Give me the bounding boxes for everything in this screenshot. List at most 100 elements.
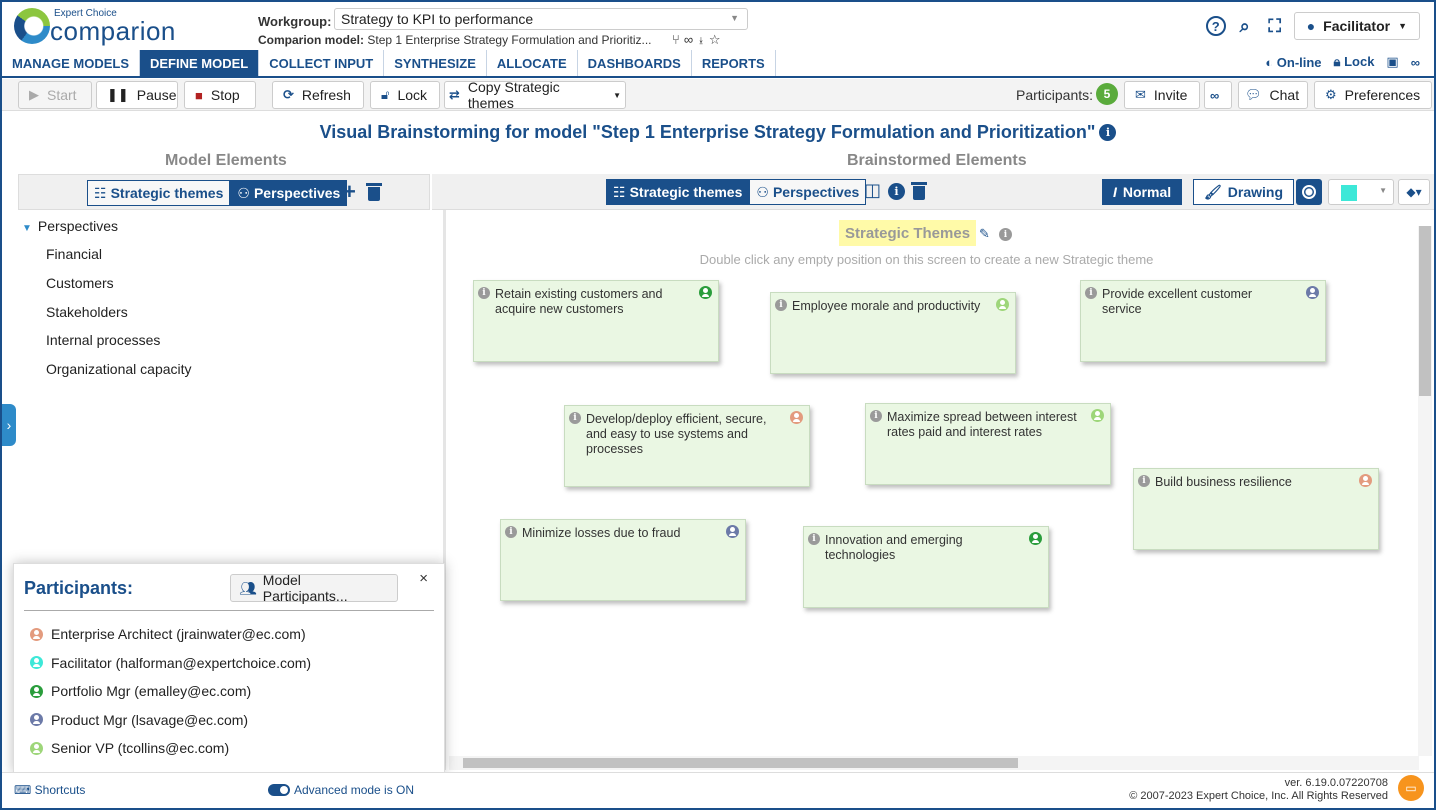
- link-icon[interactable]: ∞: [684, 32, 697, 47]
- info-icon[interactable]: i: [478, 287, 490, 299]
- note-text: Provide excellent customer service: [1102, 287, 1253, 316]
- lock-button[interactable]: 🔓︎ Lock: [370, 81, 440, 109]
- strategic-theme-note[interactable]: i Build business resilience: [1133, 468, 1379, 550]
- refresh-button[interactable]: ⟳ Refresh: [272, 81, 364, 109]
- tab-define-model[interactable]: DEFINE MODEL: [140, 50, 260, 76]
- save-icon[interactable]: ▣: [1386, 54, 1398, 70]
- info-icon[interactable]: i: [999, 228, 1012, 241]
- advanced-mode-toggle[interactable]: Advanced mode is ON: [268, 783, 414, 797]
- normal-mode-button[interactable]: I Normal: [1102, 179, 1183, 205]
- invite-button[interactable]: ✉ Invite: [1124, 81, 1200, 109]
- pause-button[interactable]: ❚❚ Pause: [96, 81, 178, 109]
- tree-root-node[interactable]: ▼ Perspectives: [22, 218, 118, 234]
- pause-label: Pause: [136, 87, 177, 103]
- footer: ⌨ Shortcuts Advanced mode is ON ver. 6.1…: [2, 772, 1434, 808]
- scroll-thumb[interactable]: [463, 758, 1018, 768]
- tab-strategic-themes[interactable]: ☷ Strategic themes: [606, 179, 750, 205]
- chat-widget-icon[interactable]: ▭: [1398, 775, 1424, 801]
- brainstorm-tabs: ☷ Strategic themes ⚇ Perspectives: [606, 179, 867, 205]
- eraser-dropdown[interactable]: ◆▾: [1398, 179, 1430, 205]
- info-icon[interactable]: i: [569, 412, 581, 424]
- brainstorm-canvas[interactable]: Strategic Themes ✎ i Double click any em…: [449, 212, 1434, 770]
- drawing-mode-button[interactable]: 🖌︎ Drawing: [1193, 179, 1295, 205]
- strategic-theme-note[interactable]: i Provide excellent customer service: [1080, 280, 1326, 362]
- stop-button[interactable]: ■ Stop: [184, 81, 256, 109]
- logo-text: comparion: [50, 16, 176, 46]
- star-icon[interactable]: ☆: [709, 32, 725, 47]
- user-icon: [30, 656, 43, 669]
- caret-down-icon[interactable]: ▼: [22, 223, 32, 234]
- preferences-button[interactable]: ⚙ Preferences: [1314, 81, 1432, 109]
- tree-item[interactable]: Internal processes: [46, 332, 160, 348]
- trash-icon[interactable]: [366, 183, 382, 201]
- online-toggle[interactable]: ◐ On-line: [1265, 55, 1321, 70]
- tab-allocate[interactable]: ALLOCATE: [487, 50, 578, 76]
- scroll-thumb[interactable]: [1419, 226, 1431, 396]
- close-icon[interactable]: ×: [419, 570, 428, 587]
- shortcuts-link[interactable]: ⌨ Shortcuts: [14, 783, 85, 797]
- tree-item[interactable]: Stakeholders: [46, 304, 128, 320]
- info-icon[interactable]: i: [888, 183, 905, 200]
- tab-collect-input[interactable]: COLLECT INPUT: [259, 50, 385, 76]
- tab-synthesize[interactable]: SYNTHESIZE: [384, 50, 487, 76]
- pause-icon: ❚❚: [107, 87, 129, 102]
- tree-item[interactable]: Financial: [46, 246, 102, 262]
- branch-icon[interactable]: ⑂: [672, 32, 684, 47]
- horizontal-scrollbar[interactable]: [449, 756, 1419, 770]
- caret-down-icon: ▼: [613, 90, 621, 100]
- strategic-theme-note[interactable]: i Employee morale and productivity: [770, 292, 1016, 374]
- help-icon[interactable]: ?: [1205, 16, 1226, 36]
- strategic-theme-note[interactable]: i Develop/deploy efficient, secure, and e…: [564, 405, 810, 487]
- tab-perspectives[interactable]: ⚇ Perspectives: [749, 179, 867, 205]
- swap-icon: ⇄: [449, 87, 460, 102]
- page-title: Visual Brainstorming for model "Step 1 E…: [0, 122, 1436, 143]
- link-button[interactable]: ∞: [1204, 81, 1232, 109]
- strategic-theme-note[interactable]: i Minimize losses due to fraud: [500, 519, 746, 601]
- participant-row[interactable]: Facilitator (halforman@expertchoice.com): [30, 655, 311, 671]
- tab-perspectives[interactable]: ⚇ Perspectives: [230, 180, 348, 206]
- workgroup-select[interactable]: Strategy to KPI to performance ▼: [334, 8, 748, 30]
- tab-dashboards[interactable]: DASHBOARDS: [578, 50, 692, 76]
- search-icon[interactable]: ⌕: [1234, 15, 1256, 37]
- visibility-button[interactable]: [1296, 179, 1322, 205]
- info-icon[interactable]: i: [1099, 124, 1117, 141]
- download-icon[interactable]: ⤓: [697, 32, 709, 47]
- participant-row[interactable]: Portfolio Mgr (emalley@ec.com): [30, 683, 251, 699]
- start-button[interactable]: ▶ Start: [18, 81, 92, 109]
- participants-count-badge[interactable]: 5: [1096, 83, 1118, 105]
- eye-icon: [1302, 185, 1316, 199]
- model-participants-button[interactable]: 👥︎ Model Participants...: [230, 572, 398, 604]
- tab-manage-models[interactable]: MANAGE MODELS: [2, 50, 140, 76]
- info-icon[interactable]: i: [775, 299, 787, 311]
- copy-dropdown-button[interactable]: ⇄ Copy Strategic themes ▼: [444, 79, 626, 111]
- participant-row[interactable]: Enterprise Architect (jrainwater@ec.com): [30, 626, 306, 642]
- tree-item[interactable]: Organizational capacity: [46, 361, 192, 377]
- tab-strategic-themes[interactable]: ☷ Strategic themes: [87, 180, 231, 206]
- lock-toggle[interactable]: 🔒︎ Lock: [1334, 54, 1375, 70]
- user-menu-button[interactable]: ● Facilitator ▼: [1293, 12, 1420, 40]
- info-icon[interactable]: i: [808, 533, 820, 545]
- expand-panel-tab[interactable]: ›: [2, 404, 16, 446]
- fullscreen-icon[interactable]: ⛶: [1264, 15, 1286, 37]
- color-picker[interactable]: ▼: [1328, 179, 1394, 205]
- info-icon[interactable]: i: [505, 526, 517, 538]
- participant-row[interactable]: Senior VP (tcollins@ec.com): [30, 740, 229, 756]
- participant-row[interactable]: Product Mgr (lsavage@ec.com): [30, 712, 248, 728]
- info-icon[interactable]: i: [1138, 475, 1150, 487]
- strategic-theme-note[interactable]: i Retain existing customers and acquire n…: [473, 280, 719, 362]
- logo[interactable]: Expert Choice comparion: [14, 6, 184, 46]
- tab-reports[interactable]: REPORTS: [692, 50, 776, 76]
- columns-icon[interactable]: ◫: [864, 180, 881, 201]
- binoculars-icon[interactable]: ∞: [1411, 55, 1420, 70]
- edit-icon[interactable]: ✎: [979, 226, 990, 242]
- trash-icon[interactable]: [911, 182, 927, 200]
- info-icon[interactable]: i: [1085, 287, 1097, 299]
- model-elements-toolbar: ☷ Strategic themes ⚇ Perspectives +: [18, 174, 430, 210]
- chat-button[interactable]: 💬︎ Chat: [1238, 81, 1308, 109]
- info-icon[interactable]: i: [870, 410, 882, 422]
- vertical-scrollbar[interactable]: [1418, 226, 1432, 756]
- tree-item[interactable]: Customers: [46, 275, 114, 291]
- add-icon[interactable]: +: [343, 179, 356, 205]
- strategic-theme-note[interactable]: i Maximize spread between interest rates …: [865, 403, 1111, 485]
- strategic-theme-note[interactable]: i Innovation and emerging technologies: [803, 526, 1049, 608]
